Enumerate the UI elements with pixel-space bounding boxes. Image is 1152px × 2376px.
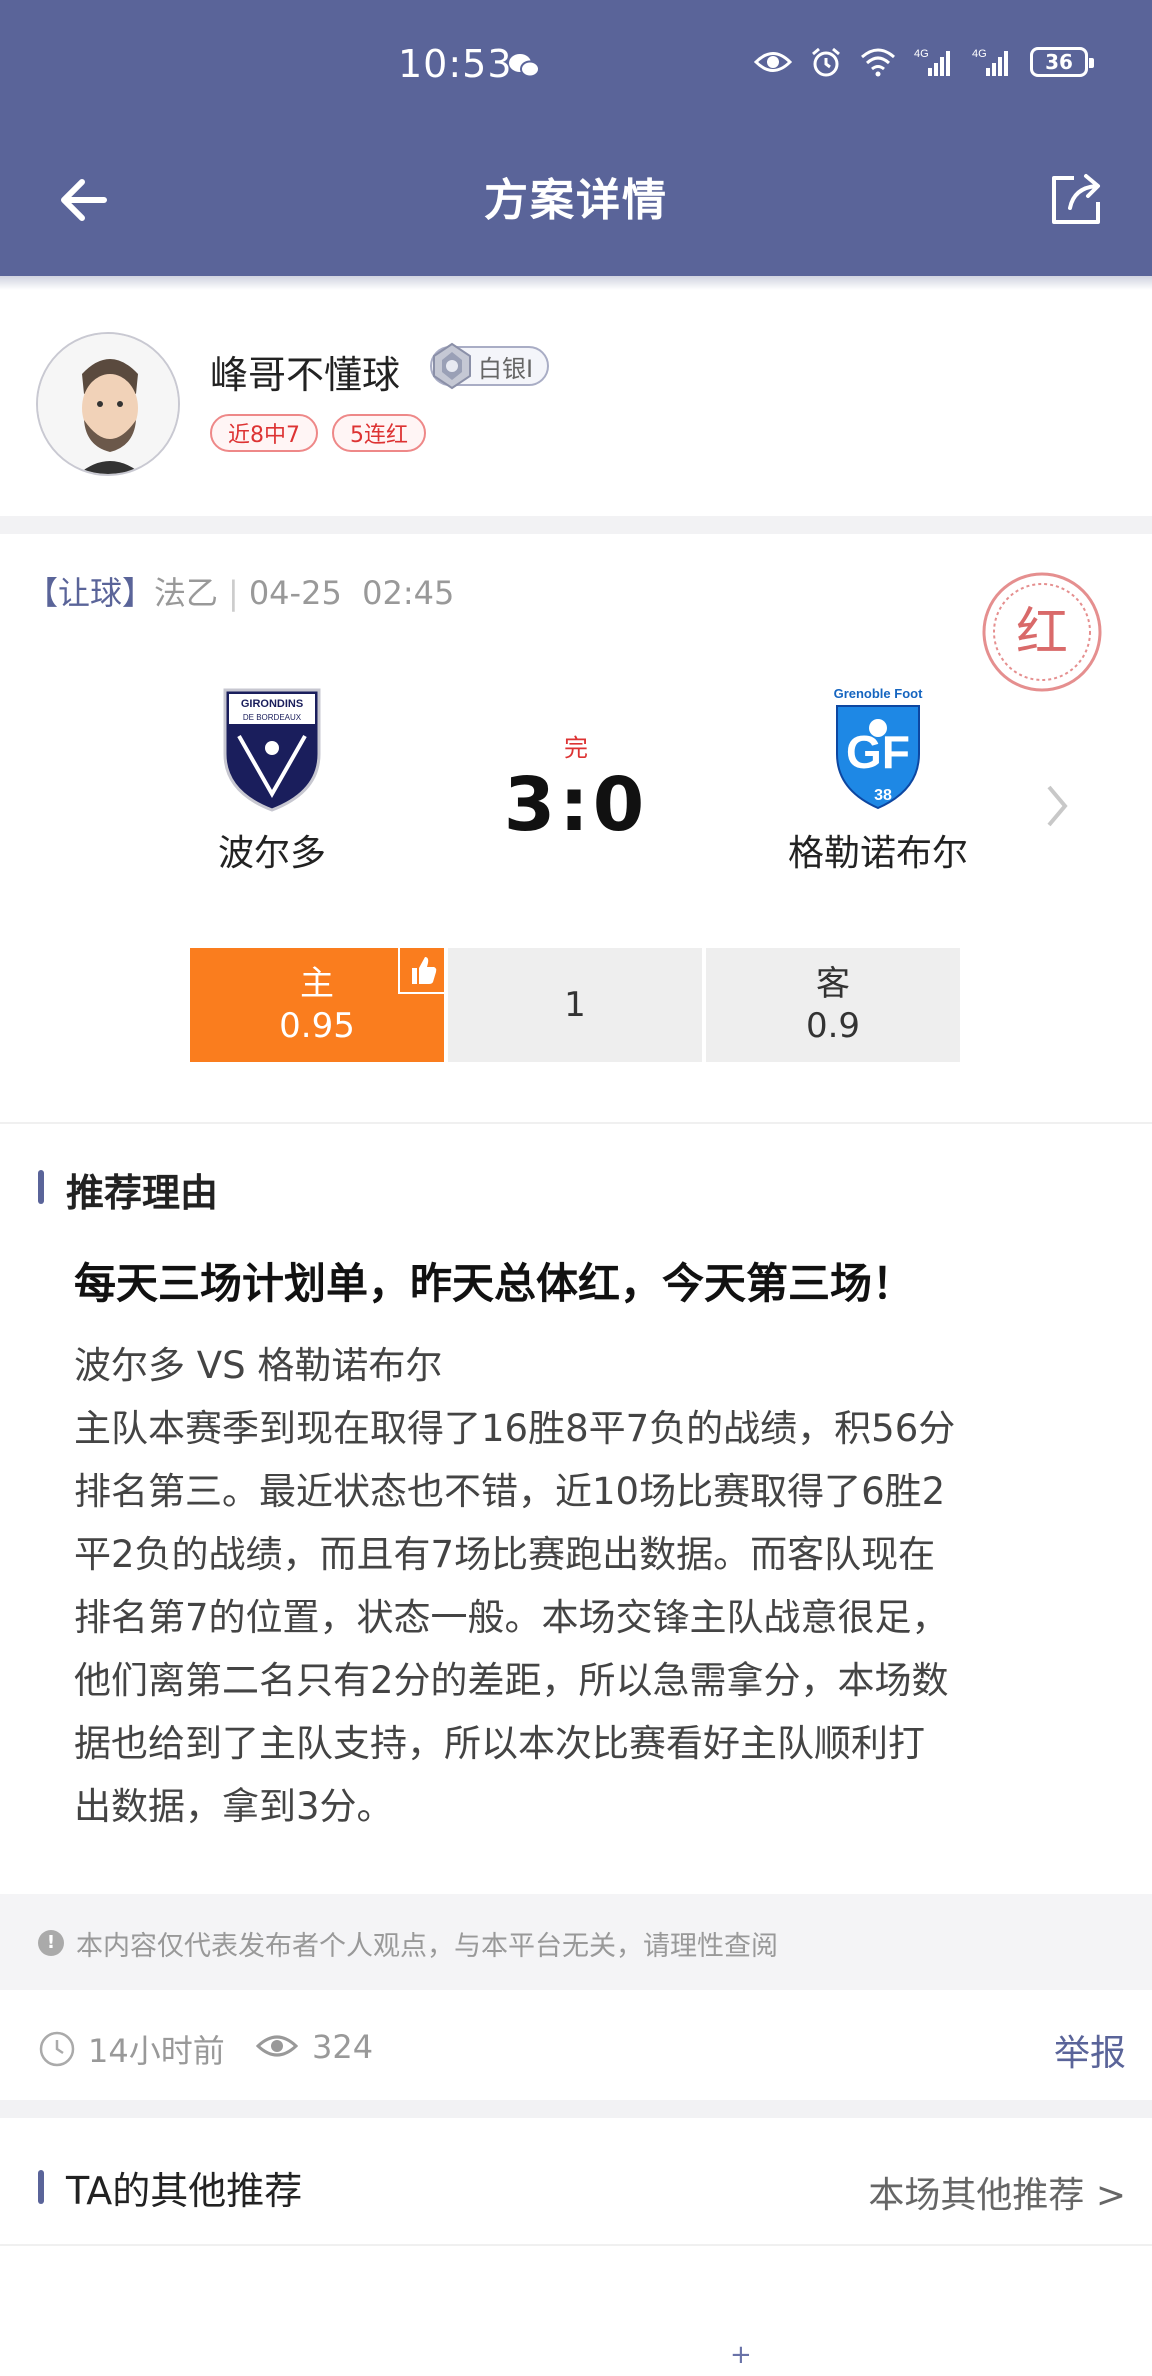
other-recommendations-header: TA的其他推荐 本场其他推荐 >: [0, 2118, 1152, 2244]
disclaimer: ! 本内容仅代表发布者个人观点，与本平台无关，请理性查阅: [0, 1894, 1152, 1990]
disclaimer-text: 本内容仅代表发布者个人观点，与本平台无关，请理性查阅: [76, 1931, 778, 1962]
avatar[interactable]: [36, 332, 180, 476]
svg-text:4G: 4G: [972, 48, 987, 60]
other-recommendations-link[interactable]: 本场其他推荐 >: [868, 2166, 1126, 2218]
section-separator: [0, 2100, 1152, 2118]
odds-away[interactable]: 客 0.9: [706, 948, 960, 1062]
reason-headline: 每天三场计划单，昨天总体红，今天第三场！: [74, 1259, 915, 1308]
alarm-icon: [812, 47, 840, 77]
divider: [0, 1122, 1152, 1124]
author-card[interactable]: 峰哥不懂球 白银I 近8中7 5连红: [0, 290, 1152, 516]
odds-handicap[interactable]: 1: [448, 948, 702, 1062]
svg-text:4G: 4G: [914, 48, 929, 60]
avatar-portrait-icon: [38, 334, 178, 474]
red-result-stamp: 红: [980, 570, 1104, 694]
odds-away-label: 客: [816, 964, 850, 1004]
reason-body: 波尔多 VS 格勒诺布尔 主队本赛季到现在取得了16胜8平7负的战绩，积56分 …: [74, 1344, 956, 1828]
nav-shadow: [0, 276, 1152, 290]
wifi-icon: [861, 48, 895, 77]
section-accent-bar: [38, 1170, 44, 1204]
odds-away-value: 0.9: [805, 1006, 861, 1046]
odds-options: 主 0.95 1 客 0.9: [190, 948, 960, 1062]
eye-status-icon: [754, 52, 792, 72]
signal-4g-icon-2: 4G: [972, 48, 1008, 76]
status-bar: 10:53 4G 4G 36: [0, 0, 1152, 132]
plus-icon: +: [730, 2340, 752, 2370]
match-time: 02:45: [362, 574, 455, 612]
signal-4g-icon-1: 4G: [914, 48, 950, 76]
status-time: 10:53: [398, 42, 513, 86]
record-tag: 近8中7: [210, 414, 318, 452]
odds-home-label: 主: [300, 964, 334, 1004]
other-section-title: TA的其他推荐: [66, 2169, 303, 2213]
reason-section-title: 推荐理由: [66, 1171, 219, 1215]
rank-label: 白银I: [478, 354, 534, 383]
odds-handicap-value: 1: [564, 985, 586, 1025]
match-meta: 【让球】法乙 | 04-25 02:45: [26, 568, 454, 614]
status-icons: 4G 4G 36: [754, 46, 1094, 78]
report-button[interactable]: 举报: [1054, 2024, 1126, 2076]
odds-home[interactable]: 主 0.95: [190, 948, 444, 1062]
post-meta: 14小时前 324 举报: [0, 1990, 1152, 2100]
meta-divider: |: [228, 574, 239, 612]
nav-bar: 方案详情: [0, 132, 1152, 276]
battery-level: 36: [1045, 50, 1073, 74]
chevron-right-icon[interactable]: [1046, 784, 1068, 828]
clock-icon: [39, 2031, 75, 2067]
streak-tag: 5连红: [332, 414, 426, 452]
svg-text:38: 38: [874, 787, 892, 804]
battery-icon: 36: [1030, 47, 1094, 77]
away-team[interactable]: Grenoble Foot GF 38 格勒诺布尔: [758, 684, 998, 876]
divider: [0, 2244, 1152, 2246]
stamp-text: 红: [1016, 603, 1068, 663]
svg-text:GIRONDINS: GIRONDINS: [241, 698, 303, 710]
svg-text:DE BORDEAUX: DE BORDEAUX: [243, 713, 302, 722]
time-ago: 14小时前: [88, 2032, 225, 2070]
view-count: 324: [312, 2028, 374, 2066]
views-eye-icon: [256, 2035, 298, 2057]
section-separator: [0, 516, 1152, 534]
info-icon: !: [38, 1930, 64, 1956]
odds-home-value: 0.95: [279, 1006, 355, 1046]
wechat-icon: [509, 54, 540, 78]
rank-silver-icon: [433, 342, 471, 390]
bet-type: 【让球】: [26, 574, 155, 612]
match-card[interactable]: 【让球】法乙 | 04-25 02:45 红 GIRONDINS DE BORDEA…: [0, 534, 1152, 1122]
share-icon[interactable]: [1040, 164, 1112, 236]
author-name[interactable]: 峰哥不懂球: [210, 344, 400, 399]
match-date: 04-25: [248, 574, 342, 612]
svg-text:Grenoble Foot: Grenoble Foot: [834, 686, 924, 701]
page-title: 方案详情: [484, 175, 668, 226]
rank-badge: 白银I: [430, 342, 550, 390]
section-accent-bar: [38, 2170, 44, 2204]
away-team-name: 格勒诺布尔: [787, 833, 968, 874]
thumbs-up-icon: [398, 948, 444, 994]
league-name: 法乙: [154, 574, 219, 612]
grenoble-logo-icon: Grenoble Foot GF 38: [834, 686, 924, 810]
